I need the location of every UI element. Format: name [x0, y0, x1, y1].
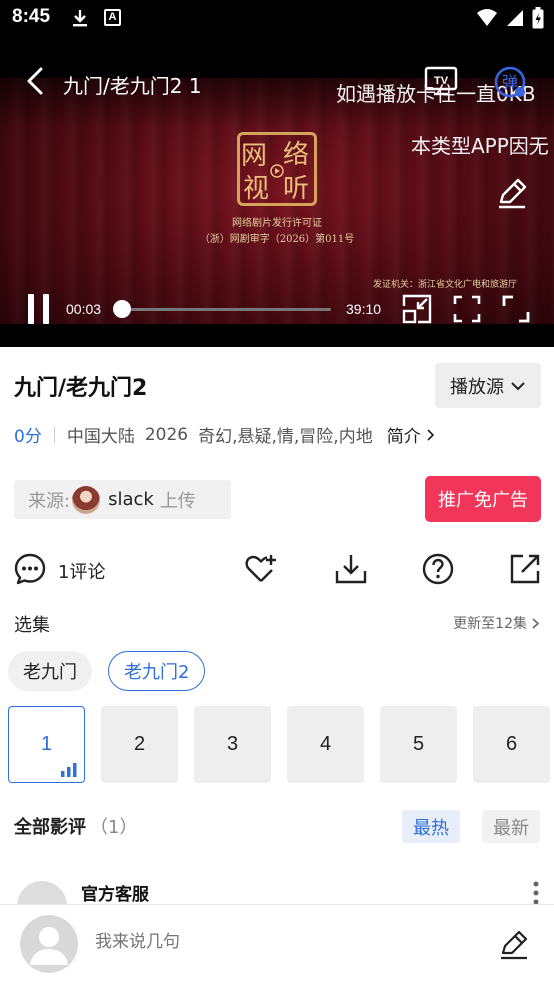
svg-text:视: 视 [243, 174, 269, 203]
fullscreen-icon [502, 295, 530, 323]
chevron-right-icon [427, 429, 435, 441]
uploader-avatar [72, 485, 101, 514]
question-icon [422, 553, 454, 585]
fit-screen-button[interactable] [452, 294, 482, 324]
license-title: 网络剧片发行许可证 [232, 218, 322, 229]
picture-in-picture-button[interactable] [402, 294, 432, 324]
help-button[interactable] [421, 552, 455, 586]
danmaku-comment: 本类型APP因无 [411, 134, 549, 158]
cast-tv-button[interactable]: TV [424, 66, 458, 96]
seek-thumb[interactable] [113, 300, 131, 318]
seek-bar[interactable] [121, 308, 331, 311]
svg-text:TV: TV [434, 75, 449, 87]
episodes-heading: 选集 [14, 615, 50, 636]
play-source-button[interactable]: 播放源 [435, 363, 541, 408]
episode-button[interactable]: 5 [380, 706, 457, 783]
danmaku-toggle-button[interactable]: 弹 [492, 64, 528, 100]
status-bar: 8:45 A [0, 0, 554, 36]
battery-icon [532, 7, 544, 29]
source-label: 来源: [28, 490, 71, 512]
sort-hot-button[interactable]: 最热 [402, 810, 460, 843]
current-time: 00:03 [66, 301, 102, 317]
download-status-icon [70, 8, 90, 32]
write-comment-button[interactable] [498, 929, 530, 961]
wifi-icon [477, 9, 497, 26]
intro-link[interactable]: 简介 [387, 422, 436, 447]
favorite-button[interactable] [244, 552, 278, 586]
season-tabs: 老九门 老九门2 [8, 651, 206, 691]
reviews-count: （1） [90, 817, 138, 838]
comment-button[interactable] [13, 552, 47, 586]
episode-button[interactable]: 6 [473, 706, 550, 783]
episode-button-selected[interactable]: 1 [8, 706, 85, 783]
danmaku-icon: 弹 [494, 66, 526, 98]
chevron-down-icon [511, 381, 525, 390]
share-button[interactable] [508, 552, 542, 586]
total-time: 39:10 [346, 301, 382, 317]
svg-text:弹: 弹 [502, 73, 518, 92]
pencil-icon [501, 930, 528, 960]
review-item[interactable]: 官方客服 [0, 870, 554, 906]
remove-ads-button[interactable]: 推广免广告 [425, 476, 541, 522]
download-icon [335, 555, 367, 584]
season-tab[interactable]: 老九门 [8, 651, 92, 691]
uploader-action: 上传 [159, 490, 196, 512]
license-number: （浙）网剧审字（2026）第011号 [199, 234, 355, 245]
show-meta: 0分 中国大陆 2026 奇幻,悬疑,情,冒险,内地 简介 [14, 422, 436, 447]
fit-screen-icon [453, 295, 481, 323]
video-title: 九门/老九门2 1 [63, 74, 202, 98]
play-source-label: 播放源 [450, 376, 504, 398]
episode-button[interactable]: 3 [194, 706, 271, 783]
fullscreen-button[interactable] [501, 294, 531, 324]
region: 中国大陆 [66, 427, 135, 447]
comment-bar [0, 904, 554, 984]
accessibility-status-icon: A [104, 9, 121, 26]
avatar[interactable] [20, 915, 78, 973]
comment-icon [14, 553, 46, 585]
pencil-icon [499, 178, 527, 209]
heart-plus-icon [245, 555, 276, 582]
sort-new-button[interactable]: 最新 [482, 810, 540, 843]
reviews-heading: 全部影评 （1） [14, 817, 138, 838]
avatar [17, 881, 67, 906]
year: 2026 [144, 424, 189, 445]
system-icons [476, 7, 544, 29]
status-time: 8:45 [12, 6, 51, 27]
show-title: 九门/老九门2 [14, 376, 148, 401]
more-vertical-icon [533, 881, 539, 905]
score: 0分 [14, 427, 42, 447]
video-player[interactable]: 网 络 视 听 网络剧片发行许可证 （浙）网剧审字（2026）第011号 发证机… [0, 36, 554, 347]
playing-bars-icon [61, 763, 77, 777]
action-row: 1评论 [0, 548, 554, 592]
shrink-window-icon [402, 294, 432, 324]
uploader-source[interactable]: 来源: slack 上传 [14, 480, 231, 519]
review-author: 官方客服 [81, 885, 149, 905]
back-button[interactable] [22, 66, 52, 96]
episode-grid: 1 2 3 4 5 6 [8, 706, 550, 783]
player-controls: 00:03 39:10 [0, 281, 554, 347]
download-button[interactable] [334, 552, 368, 586]
svg-text:网: 网 [241, 141, 267, 171]
genres: 奇幻,悬疑,情,冒险,内地 [198, 427, 373, 447]
share-icon [510, 554, 540, 584]
uploader-name: slack [108, 489, 154, 510]
network-av-logo: 网 络 视 听 [237, 132, 317, 206]
chevron-right-icon [532, 617, 540, 629]
season-tab-selected[interactable]: 老九门2 [108, 651, 206, 691]
pause-button[interactable] [26, 293, 52, 325]
comment-count[interactable]: 1评论 [58, 558, 105, 584]
tv-icon: TV [424, 66, 458, 96]
episodes-updated-link[interactable]: 更新至12集 [453, 613, 540, 633]
episode-button[interactable]: 2 [101, 706, 178, 783]
comment-input[interactable] [95, 932, 455, 952]
more-options-button[interactable] [532, 880, 540, 906]
pause-icon [28, 294, 49, 324]
signal-icon [507, 10, 523, 26]
svg-text:听: 听 [283, 174, 309, 203]
user-icon [30, 927, 68, 965]
chevron-left-icon [27, 67, 43, 95]
svg-text:络: 络 [283, 140, 309, 170]
episode-button[interactable]: 4 [287, 706, 364, 783]
send-danmaku-button[interactable] [495, 176, 529, 210]
